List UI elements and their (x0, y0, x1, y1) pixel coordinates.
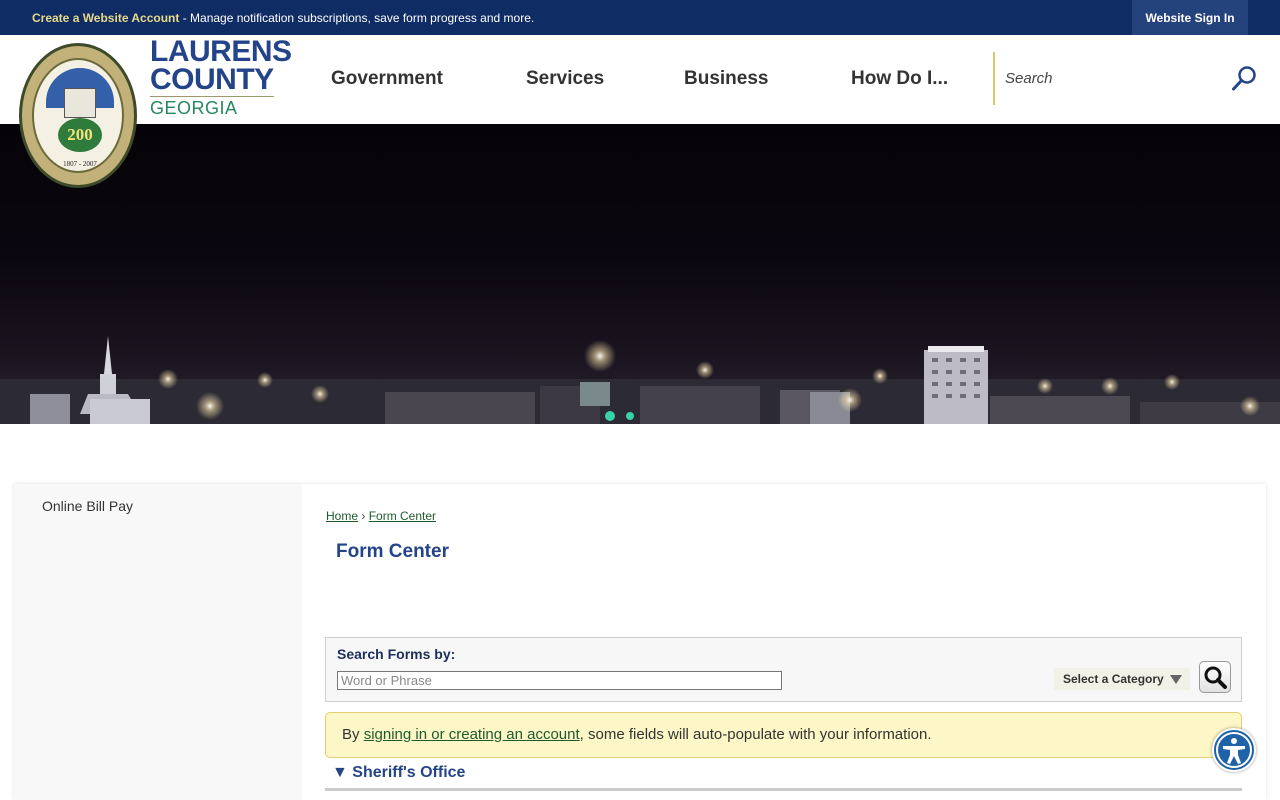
brand-name-line-2[interactable]: COUNTY (150, 65, 274, 95)
account-message: Create a Website Account - Manage notifi… (32, 11, 534, 25)
website-sign-in-button[interactable]: Website Sign In (1132, 0, 1248, 35)
magnifier-icon (1204, 666, 1227, 689)
autofill-notice: By signing in or creating an account, so… (325, 712, 1242, 758)
county-seal-logo[interactable]: 200 1807 - 2007 (19, 43, 137, 188)
section-title: Sheriff's Office (352, 764, 466, 781)
category-select[interactable]: Select a Category (1054, 668, 1190, 690)
seal-badge: 200 (58, 118, 102, 152)
section-divider (325, 788, 1242, 791)
word-or-phrase-input[interactable] (337, 671, 782, 690)
accessibility-icon[interactable] (1212, 728, 1256, 772)
search-icon[interactable] (1230, 64, 1260, 94)
category-select-label: Select a Category (1063, 672, 1164, 686)
nav-government[interactable]: Government (331, 68, 443, 90)
page-title: Form Center (336, 541, 449, 562)
form-search-panel: Search Forms by: Select a Category (325, 637, 1242, 702)
form-search-button[interactable] (1199, 661, 1231, 693)
site-search-input[interactable] (1000, 60, 1220, 96)
sidebar-item-online-bill-pay[interactable]: Online Bill Pay (42, 498, 133, 514)
chevron-down-icon (1170, 675, 1182, 684)
nav-business[interactable]: Business (684, 68, 768, 90)
breadcrumb: Home › Form Center (326, 509, 436, 523)
create-account-link[interactable]: Create a Website Account (32, 11, 179, 25)
breadcrumb-separator: › (358, 509, 369, 523)
brand-divider (150, 96, 274, 97)
search-divider (993, 52, 995, 105)
top-utility-bar: Create a Website Account - Manage notifi… (0, 0, 1280, 35)
triangle-down-icon: ▼ (332, 764, 353, 781)
seal-inner: 200 1807 - 2007 (32, 58, 124, 173)
brand-name-line-1[interactable]: LAURENS (150, 37, 292, 67)
nav-services[interactable]: Services (526, 68, 604, 90)
sign-in-create-account-link[interactable]: signing in or creating an account (364, 726, 580, 743)
seal-years: 1807 - 2007 (63, 160, 97, 168)
nav-how-do-i[interactable]: How Do I... (851, 68, 948, 90)
notice-suffix: , some fields will auto-populate with yo… (579, 726, 932, 743)
sidebar (14, 484, 302, 800)
account-message-text: - Manage notification subscriptions, sav… (179, 11, 535, 25)
skyline-illustration (0, 336, 1280, 424)
courthouse-icon (64, 88, 96, 118)
brand-state[interactable]: GEORGIA (150, 98, 238, 119)
hero-night-skyline-image (0, 124, 1280, 424)
breadcrumb-form-center-link[interactable]: Form Center (369, 509, 436, 523)
section-sheriffs-office-toggle[interactable]: ▼ Sheriff's Office (332, 764, 465, 782)
breadcrumb-home-link[interactable]: Home (326, 509, 358, 523)
accessibility-figure-icon (1216, 732, 1252, 768)
search-forms-label: Search Forms by: (337, 646, 456, 662)
notice-prefix: By (342, 726, 364, 743)
